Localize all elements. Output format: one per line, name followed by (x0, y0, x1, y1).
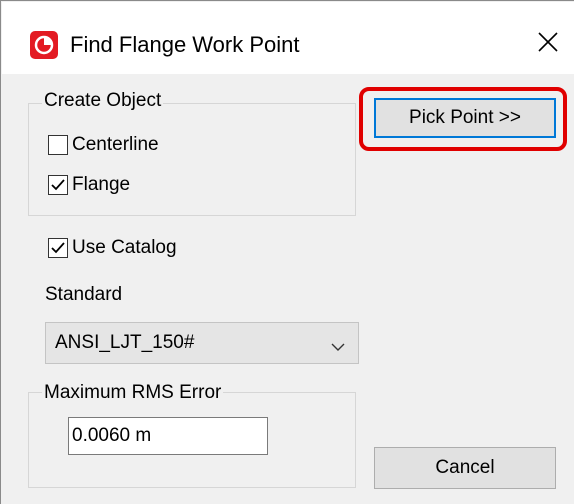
checkmark-icon (51, 179, 65, 191)
centerline-checkbox[interactable] (48, 135, 68, 155)
app-logo-icon (30, 31, 58, 59)
close-icon (537, 31, 559, 58)
flange-label: Flange (72, 174, 131, 195)
window-title: Find Flange Work Point (70, 32, 300, 57)
standard-dropdown[interactable]: ANSI_LJT_150# (45, 322, 359, 364)
rms-error-input[interactable] (68, 417, 268, 455)
use-catalog-checkbox[interactable] (48, 238, 68, 258)
checkmark-icon (51, 242, 65, 254)
centerline-checkbox-row[interactable]: Centerline (48, 133, 159, 157)
create-object-group (28, 103, 356, 216)
chevron-down-icon (330, 337, 346, 359)
cancel-button[interactable]: Cancel (374, 447, 556, 489)
flange-checkbox-row[interactable]: Flange (48, 173, 130, 197)
centerline-label: Centerline (72, 134, 159, 155)
pick-point-button[interactable]: Pick Point >> (374, 98, 556, 138)
use-catalog-label: Use Catalog (72, 237, 177, 258)
standard-selected-value: ANSI_LJT_150# (55, 332, 195, 353)
standard-label: Standard (45, 284, 123, 305)
use-catalog-checkbox-row[interactable]: Use Catalog (48, 236, 177, 260)
dialog-window: Find Flange Work Point Create Object Cen… (0, 0, 574, 504)
close-button[interactable] (528, 24, 568, 64)
title-bar[interactable]: Find Flange Work Point (2, 2, 574, 74)
create-object-label: Create Object (42, 90, 164, 112)
flange-checkbox[interactable] (48, 175, 68, 195)
rms-error-label: Maximum RMS Error (42, 382, 224, 404)
